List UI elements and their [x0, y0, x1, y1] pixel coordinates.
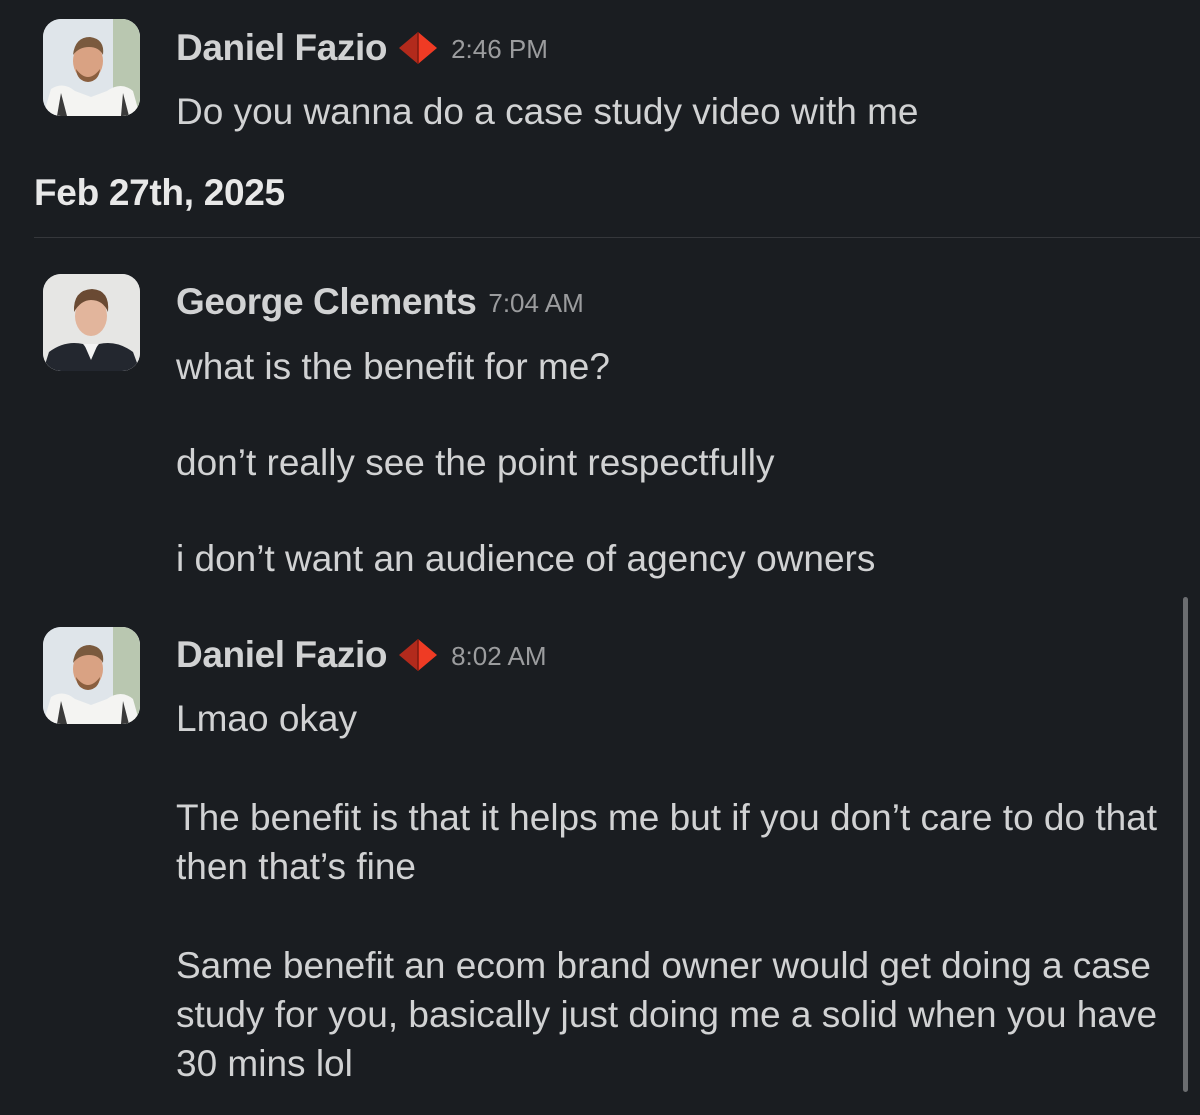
date-divider-line — [34, 237, 1200, 238]
message-text: don’t really see the point respectfully — [176, 442, 775, 483]
author-name[interactable]: Daniel Fazio — [176, 634, 387, 676]
message-header: George Clements 7:04 AM — [176, 274, 584, 330]
message-body: Lmao okay The benefit is that it helps m… — [176, 694, 1166, 1088]
message-body: Do you wanna do a case study video with … — [176, 87, 1166, 136]
author-name[interactable]: George Clements — [176, 281, 477, 323]
message-text: Lmao okay — [176, 698, 357, 739]
avatar-daniel-fazio[interactable] — [43, 19, 140, 116]
message-header: Daniel Fazio 2:46 PM — [176, 20, 548, 76]
message-text: Same benefit an ecom brand owner would g… — [176, 945, 1158, 1084]
timestamp[interactable]: 2:46 PM — [451, 34, 548, 65]
message-text: i don’t want an audience of agency owner… — [176, 538, 876, 579]
message-text: Do you wanna do a case study video with … — [176, 91, 919, 132]
author-name[interactable]: Daniel Fazio — [176, 27, 387, 69]
message-text: what is the benefit for me? — [176, 346, 610, 387]
avatar-george-clements[interactable] — [43, 274, 140, 371]
timestamp[interactable]: 8:02 AM — [451, 641, 546, 672]
avatar-photo — [43, 274, 140, 371]
date-divider-label[interactable]: Feb 27th, 2025 — [34, 172, 285, 214]
scrollbar[interactable] — [1183, 597, 1188, 1092]
message-text: The benefit is that it helps me but if y… — [176, 797, 1158, 887]
red-pyramid-icon — [397, 637, 439, 673]
red-pyramid-icon — [397, 30, 439, 66]
avatar-photo — [43, 627, 140, 724]
avatar-photo — [43, 19, 140, 116]
avatar-daniel-fazio[interactable] — [43, 627, 140, 724]
timestamp[interactable]: 7:04 AM — [488, 288, 583, 319]
message-body: what is the benefit for me? don’t really… — [176, 342, 1166, 583]
message-header: Daniel Fazio 8:02 AM — [176, 627, 546, 683]
